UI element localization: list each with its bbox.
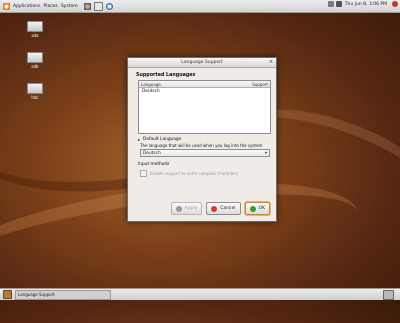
default-language-value: Deutsch	[143, 150, 161, 156]
menu-system[interactable]: System	[61, 4, 78, 9]
menu-applications[interactable]: Applications	[13, 4, 41, 9]
languages-list[interactable]: Language Support Deutsch	[138, 80, 271, 134]
top-panel: Applications Places System Thu Jun 8, 3:…	[0, 0, 400, 13]
checkmark-icon	[249, 205, 256, 212]
complex-input-label: Enable support to enter complex characte…	[150, 171, 239, 176]
trash-icon[interactable]	[383, 290, 394, 300]
desktop-icon-label: sda	[31, 33, 39, 38]
complex-input-checkbox[interactable]	[140, 170, 147, 177]
complex-input-checkbox-row[interactable]: Enable support to enter complex characte…	[140, 170, 268, 177]
desktop-drive-sda[interactable]: sda	[26, 21, 44, 38]
apply-icon	[175, 205, 182, 212]
column-header-support[interactable]: Support	[252, 82, 268, 87]
clock[interactable]: Thu Jun 8, 3:06 PM	[345, 2, 387, 7]
default-language-combo[interactable]: Deutsch ▾	[140, 149, 270, 157]
expander-arrow-icon: ▸	[138, 137, 141, 142]
ubuntu-logo-icon[interactable]	[3, 2, 10, 10]
input-methods-heading: Input methods	[138, 162, 170, 167]
cancel-icon	[211, 205, 218, 212]
dialog-button-row: Apply Cancel OK	[128, 202, 276, 215]
list-header: Language Support	[139, 81, 270, 88]
cancel-button[interactable]: Cancel	[206, 202, 241, 215]
default-language-heading: Default Language	[143, 137, 182, 142]
supported-languages-heading: Supported Languages	[136, 73, 196, 78]
desktop-icon-label: hdc	[31, 95, 39, 100]
cancel-label: Cancel	[220, 206, 236, 211]
default-language-description: The language that will be used when you …	[140, 143, 263, 148]
desktop-drive-sdb[interactable]: sdb	[26, 52, 44, 69]
bottom-panel: Language Support	[0, 288, 400, 300]
default-language-expander[interactable]: ▸ Default Language	[138, 137, 268, 142]
drive-icon	[27, 83, 43, 94]
close-icon[interactable]: ×	[268, 59, 274, 65]
power-icon[interactable]	[392, 1, 398, 7]
browser-launcher-icon[interactable]	[83, 2, 91, 10]
menu-places[interactable]: Places	[44, 4, 58, 9]
show-desktop-icon[interactable]	[3, 290, 12, 299]
ok-button[interactable]: OK	[244, 202, 270, 215]
drive-icon	[27, 21, 43, 32]
taskbar-item[interactable]: Language Support	[15, 289, 111, 300]
desktop-drive-hdc[interactable]: hdc	[26, 83, 44, 100]
desktop-icon-label: sdb	[31, 64, 39, 69]
volume-icon[interactable]	[335, 1, 342, 7]
ok-label: OK	[258, 206, 266, 211]
chevron-down-icon: ▾	[264, 150, 267, 156]
taskbar-item-label: Language Support	[18, 292, 55, 297]
apply-label: Apply	[184, 206, 198, 211]
list-item[interactable]: Deutsch	[139, 88, 270, 95]
tray-area: Thu Jun 8, 3:06 PM	[326, 1, 398, 7]
mail-launcher-icon[interactable]	[93, 1, 103, 11]
apply-button[interactable]: Apply	[170, 202, 203, 215]
dialog-title: Language Support	[181, 60, 223, 65]
drive-icon	[27, 52, 43, 63]
language-support-dialog: Language Support × Supported Languages L…	[127, 57, 277, 222]
help-launcher-icon[interactable]	[105, 2, 113, 10]
network-icon[interactable]	[327, 1, 334, 7]
column-header-language[interactable]: Language	[141, 82, 161, 87]
dialog-titlebar[interactable]: Language Support ×	[128, 58, 276, 68]
